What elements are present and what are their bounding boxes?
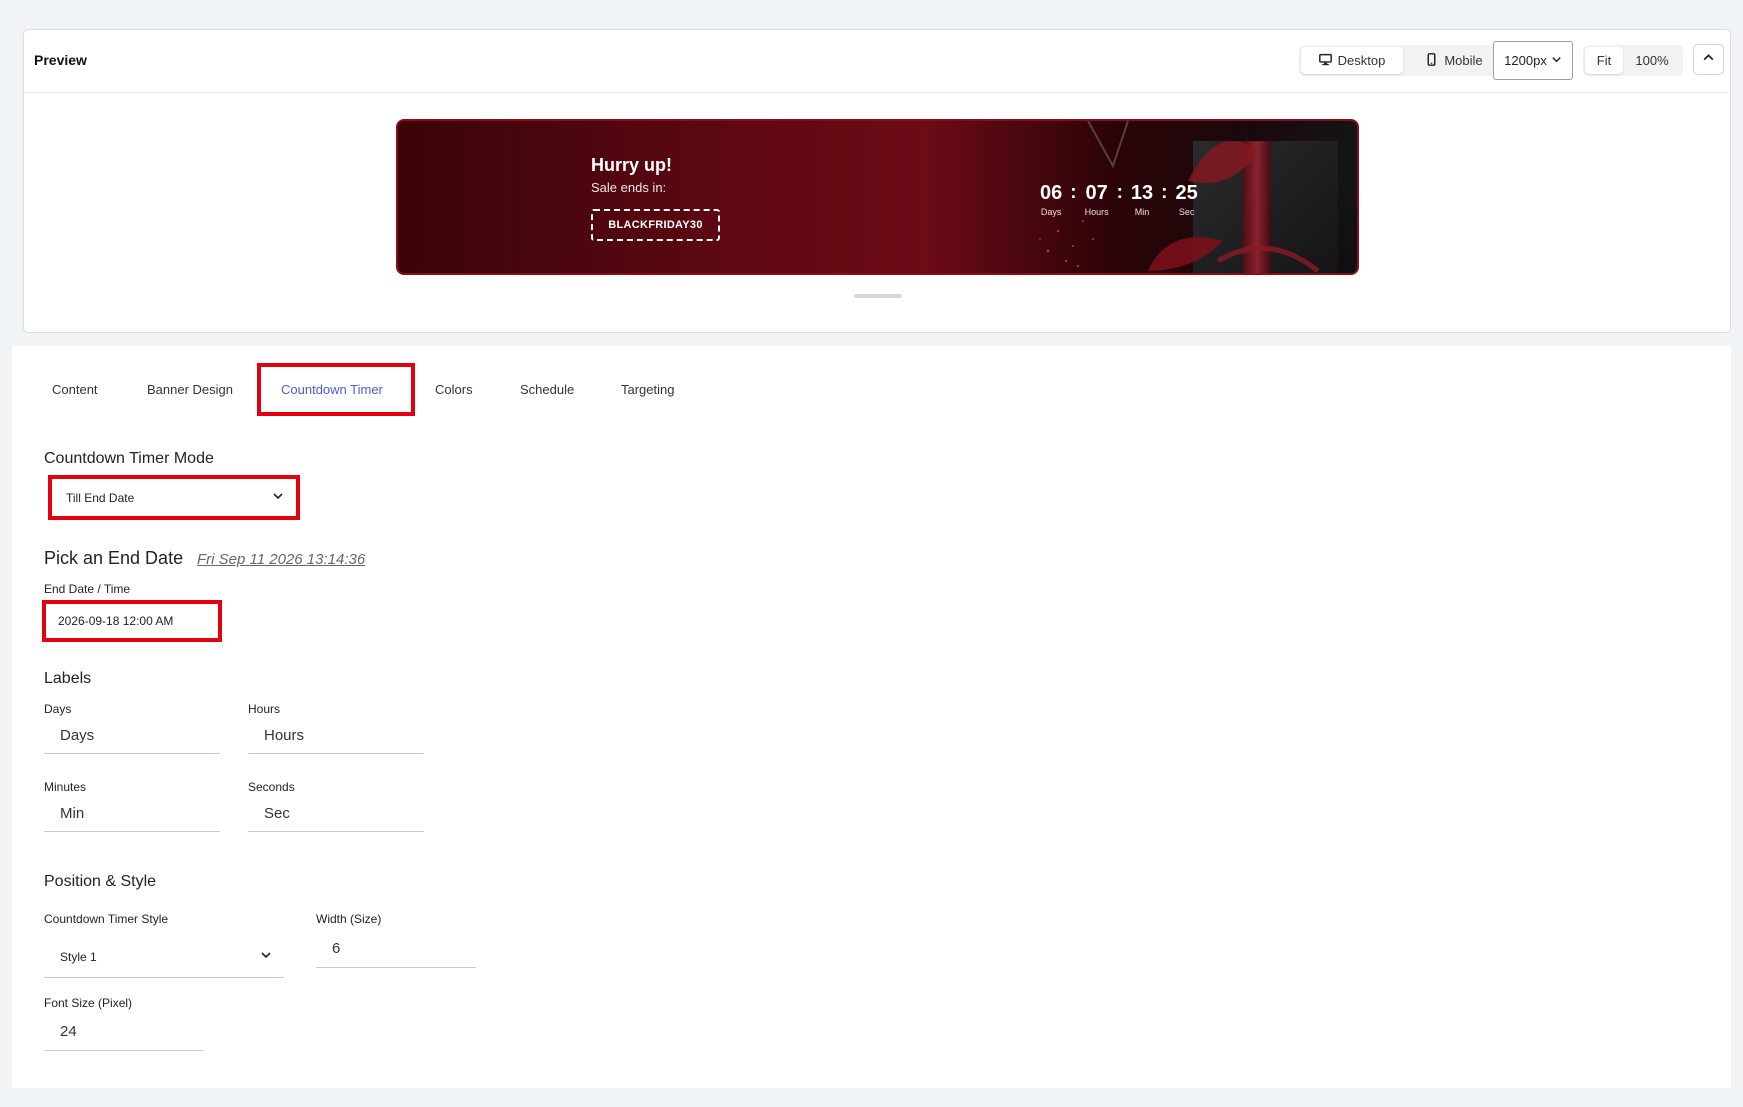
position-style-title: Position & Style bbox=[44, 873, 157, 890]
preview-title: Preview bbox=[34, 52, 87, 68]
countdown-mode-value: Till End Date bbox=[66, 490, 135, 505]
timer-seconds: 25 Sec bbox=[1176, 182, 1198, 217]
seconds-label: Seconds bbox=[248, 780, 295, 794]
width-size-value: 6 bbox=[332, 940, 341, 957]
mobile-label: Mobile bbox=[1444, 53, 1483, 68]
device-toggle: Desktop Mobile bbox=[1299, 45, 1507, 76]
chevron-down-icon bbox=[1551, 53, 1562, 68]
timer-hours-value: 07 bbox=[1085, 182, 1108, 204]
font-size-label: Font Size (Pixel) bbox=[44, 996, 133, 1010]
font-size-value: 24 bbox=[60, 1023, 77, 1040]
timer-separator: : bbox=[1161, 182, 1168, 203]
tab-banner-design[interactable]: Banner Design bbox=[147, 382, 233, 397]
seconds-input[interactable]: Sec bbox=[248, 796, 424, 832]
timer-seconds-value: 25 bbox=[1175, 182, 1198, 204]
chevron-down-icon bbox=[272, 490, 284, 505]
zoom-100-button[interactable]: 100% bbox=[1623, 47, 1681, 74]
seconds-input-value: Sec bbox=[264, 805, 290, 822]
timer-minutes-value: 13 bbox=[1130, 182, 1154, 204]
settings-tabs: Content Banner Design Countdown Timer Co… bbox=[12, 346, 1731, 416]
preview-width-select[interactable]: 1200px bbox=[1493, 41, 1573, 80]
timer-hours-label: Hours bbox=[1084, 207, 1109, 217]
desktop-label: Desktop bbox=[1337, 53, 1386, 68]
desktop-button[interactable]: Desktop bbox=[1301, 47, 1403, 74]
banner-subtext: Sale ends in: bbox=[591, 180, 667, 195]
tab-colors[interactable]: Colors bbox=[435, 382, 473, 397]
mobile-icon bbox=[1425, 52, 1438, 69]
timer-style-value: Style 1 bbox=[60, 949, 97, 964]
resize-handle[interactable] bbox=[854, 294, 902, 298]
days-input-value: Days bbox=[60, 727, 95, 744]
chevron-down-icon bbox=[260, 949, 272, 964]
end-date-title: Pick an End Date bbox=[44, 548, 184, 568]
days-input[interactable]: Days bbox=[44, 718, 220, 754]
timer-days-label: Days bbox=[1040, 207, 1062, 217]
width-size-input[interactable]: 6 bbox=[316, 930, 476, 968]
tab-countdown-timer[interactable]: Countdown Timer bbox=[281, 382, 383, 397]
end-date-value: 2026-09-18 12:00 AM bbox=[58, 614, 174, 628]
end-date-input[interactable]: 2026-09-18 12:00 AM bbox=[42, 600, 222, 642]
minutes-input[interactable]: Min bbox=[44, 796, 220, 832]
banner-headline: Hurry up! bbox=[591, 155, 672, 175]
timer-style-label: Countdown Timer Style bbox=[44, 912, 169, 926]
chevron-up-icon bbox=[1702, 51, 1715, 69]
timer-separator: : bbox=[1070, 182, 1077, 203]
zoom-toggle: Fit 100% bbox=[1583, 45, 1683, 76]
hours-input-value: Hours bbox=[264, 727, 305, 744]
countdown-timer: 06 Days : 07 Hours : 13 Min : 25 Sec bbox=[1040, 182, 1198, 217]
end-date-label: End Date / Time bbox=[44, 582, 131, 596]
banner-preview: Hurry up! Sale ends in: BLACKFRIDAY30 06… bbox=[396, 119, 1359, 275]
mobile-button[interactable]: Mobile bbox=[1403, 47, 1505, 74]
labels-title: Labels bbox=[44, 670, 92, 687]
timer-days: 06 Days bbox=[1040, 182, 1062, 217]
font-size-input[interactable]: 24 bbox=[44, 1013, 204, 1051]
coupon-code[interactable]: BLACKFRIDAY30 bbox=[591, 209, 720, 241]
timer-hours: 07 Hours bbox=[1085, 182, 1109, 217]
countdown-mode-select[interactable]: Till End Date bbox=[48, 475, 300, 520]
timer-days-value: 06 bbox=[1040, 182, 1063, 204]
timer-minutes-label: Min bbox=[1134, 207, 1150, 217]
preview-width-value: 1200px bbox=[1504, 53, 1547, 68]
timer-seconds-label: Sec bbox=[1178, 207, 1195, 217]
width-size-label: Width (Size) bbox=[316, 912, 382, 926]
days-label: Days bbox=[44, 702, 72, 716]
tab-content[interactable]: Content bbox=[52, 382, 98, 397]
preview-header: Preview Desktop Mobile 1200px Fit 100% bbox=[24, 30, 1730, 93]
hours-label: Hours bbox=[248, 702, 281, 716]
countdown-mode-title: Countdown Timer Mode bbox=[44, 450, 214, 467]
preview-panel: Preview Desktop Mobile 1200px Fit 100% H… bbox=[23, 29, 1731, 333]
tab-schedule[interactable]: Schedule bbox=[520, 382, 574, 397]
timer-minutes: 13 Min bbox=[1131, 182, 1153, 217]
timer-separator: : bbox=[1116, 182, 1123, 203]
tab-targeting[interactable]: Targeting bbox=[621, 382, 674, 397]
zoom-fit-button[interactable]: Fit bbox=[1585, 47, 1623, 74]
collapse-preview-button[interactable] bbox=[1693, 44, 1724, 75]
settings-panel: Content Banner Design Countdown Timer Co… bbox=[12, 346, 1731, 1088]
end-date-display[interactable]: Fri Sep 11 2026 13:14:36 bbox=[197, 551, 365, 568]
minutes-label: Minutes bbox=[44, 780, 87, 794]
hours-input[interactable]: Hours bbox=[248, 718, 424, 754]
minutes-input-value: Min bbox=[60, 805, 85, 822]
desktop-icon bbox=[1318, 53, 1332, 69]
timer-style-select[interactable]: Style 1 bbox=[44, 936, 284, 978]
